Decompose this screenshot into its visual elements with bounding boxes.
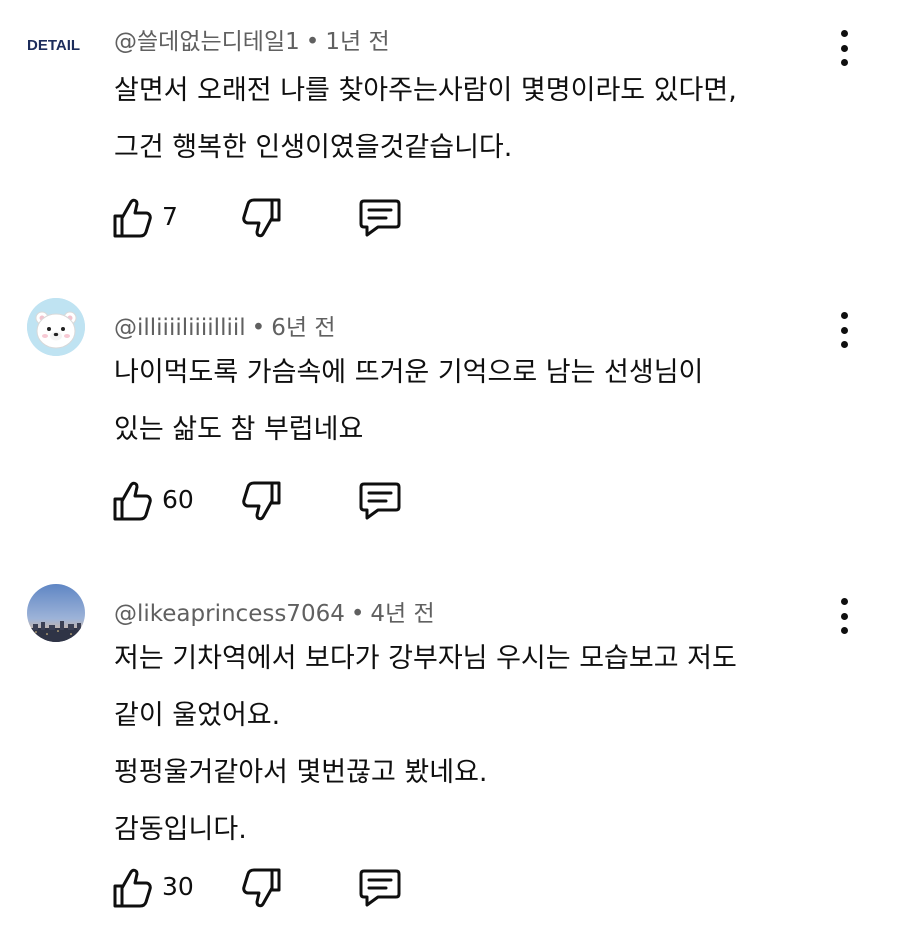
dislike-button[interactable]	[242, 196, 282, 240]
comment-meta: @쓸데없는디테일1 • 1년 전	[114, 22, 390, 56]
comment-text: 나이먹도록 가슴속에 뜨거운 기억으로 남는 선생님이 있는 삶도 참 부럽네요	[114, 344, 814, 458]
avatar[interactable]	[27, 298, 85, 356]
reply-comment-icon	[359, 869, 401, 907]
reply-button[interactable]	[358, 197, 402, 239]
more-options-button[interactable]	[833, 312, 855, 348]
more-vert-dot	[840, 44, 848, 52]
more-vert-icon	[840, 598, 848, 605]
more-options-button[interactable]	[833, 598, 855, 634]
city-skyline-photo	[27, 584, 85, 642]
comment-time[interactable]: 6년 전	[271, 315, 335, 341]
thumbs-down-icon	[242, 868, 281, 908]
polar-bear-icon	[27, 298, 85, 356]
meta-separator: •	[251, 315, 266, 341]
thumbs-down-icon	[242, 481, 281, 521]
like-button[interactable]	[112, 479, 152, 523]
comment-line: 같이 울었어요.	[114, 700, 281, 731]
thumbs-up-icon	[113, 481, 152, 521]
comment-actions: 7	[112, 196, 432, 240]
comment-line: 저는 기차역에서 보다가 강부자님 우시는 모습보고 저도	[114, 643, 737, 674]
thumbs-up-icon	[113, 868, 152, 908]
comment-actions: 60	[112, 479, 432, 523]
reply-comment-icon	[359, 482, 401, 520]
like-count: 30	[162, 872, 194, 901]
thumbs-up-icon	[113, 198, 152, 238]
comment-line: 그건 행복한 인생이였을것같습니다.	[114, 132, 513, 163]
like-count: 7	[162, 202, 178, 231]
more-vert-dot	[840, 326, 848, 334]
dislike-button[interactable]	[242, 866, 282, 910]
more-vert-dot	[840, 341, 848, 348]
author-name[interactable]: @likeaprincess7064	[114, 601, 345, 627]
reply-button[interactable]	[358, 480, 402, 522]
reply-button[interactable]	[358, 867, 402, 909]
more-vert-icon	[840, 30, 848, 37]
like-count: 60	[162, 485, 194, 514]
meta-separator: •	[305, 29, 320, 55]
comment-meta: @illiiiiliiiilliil • 6년 전	[114, 308, 335, 342]
thumbs-down-icon	[242, 198, 281, 238]
more-options-button[interactable]	[833, 30, 855, 66]
comment-list: DETAIL @쓸데없는디테일1 • 1년 전 살면서 오래전 나를 찾아주는사람이…	[0, 0, 900, 934]
author-name[interactable]: @쓸데없는디테일1	[114, 29, 300, 55]
avatar[interactable]: DETAIL	[27, 37, 91, 54]
comment-text: 저는 기차역에서 보다가 강부자님 우시는 모습보고 저도 같이 울었어요. 펑…	[114, 630, 814, 858]
comment-line: 살면서 오래전 나를 찾아주는사람이 몇명이라도 있다면,	[114, 75, 737, 106]
comment-line: 있는 삶도 참 부럽네요	[114, 414, 364, 445]
meta-separator: •	[350, 601, 365, 627]
comment-line: 감동입니다.	[114, 814, 247, 845]
avatar[interactable]	[27, 584, 85, 642]
comment-meta: @likeaprincess7064 • 4년 전	[114, 594, 435, 628]
reply-comment-icon	[359, 199, 401, 237]
more-vert-dot	[840, 59, 848, 66]
comment-line: 펑펑울거같아서 몇번끊고 봤네요.	[114, 757, 488, 788]
comment-text: 살면서 오래전 나를 찾아주는사람이 몇명이라도 있다면, 그건 행복한 인생이…	[114, 62, 814, 176]
more-vert-icon	[840, 312, 848, 319]
comment-line: 나이먹도록 가슴속에 뜨거운 기억으로 남는 선생님이	[114, 357, 704, 388]
comment-time[interactable]: 4년 전	[370, 601, 434, 627]
more-vert-dot	[840, 627, 848, 634]
comment-time[interactable]: 1년 전	[325, 29, 389, 55]
author-name[interactable]: @illiiiiliiiilliil	[114, 315, 246, 341]
more-vert-dot	[840, 612, 848, 620]
like-button[interactable]	[112, 866, 152, 910]
comment-actions: 30	[112, 866, 432, 910]
dislike-button[interactable]	[242, 479, 282, 523]
like-button[interactable]	[112, 196, 152, 240]
